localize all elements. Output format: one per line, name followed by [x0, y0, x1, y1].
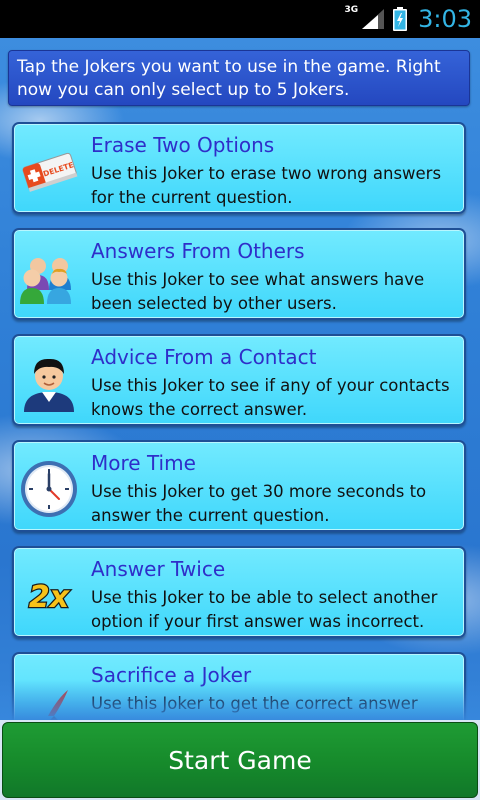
start-game-button[interactable]: Start Game — [2, 722, 478, 798]
contact-person-icon — [18, 352, 80, 414]
network-type-label: 3G — [344, 5, 359, 15]
clock-icon — [18, 458, 80, 520]
double-answer-icon: 2x — [18, 564, 80, 626]
status-icons: 3G 3:03 — [344, 0, 472, 38]
screen: 3G 3:03 Tap the Jokers you want to use i… — [0, 0, 480, 800]
joker-title: Answer Twice — [91, 557, 226, 581]
battery-charging-icon — [392, 6, 408, 32]
joker-card-erase-two-options[interactable]: DELETE Erase Two Options Use this Joker … — [12, 122, 466, 214]
joker-description: Use this Joker to see what answers have … — [91, 270, 425, 313]
joker-description: Use this Joker to erase two wrong answer… — [91, 164, 442, 207]
joker-description: Use this Joker to get 30 more seconds to… — [91, 482, 427, 525]
joker-description: Use this Joker to see if any of your con… — [91, 376, 450, 419]
users-group-icon — [18, 246, 80, 308]
status-time: 3:03 — [418, 5, 472, 33]
bottom-bar: Start Game — [0, 720, 480, 800]
joker-card-answer-twice[interactable]: 2x Answer Twice Use this Joker to be abl… — [12, 546, 466, 638]
joker-description: Use this Joker to be able to select anot… — [91, 588, 438, 631]
status-bar: 3G 3:03 — [0, 0, 480, 38]
sacrifice-icon — [18, 670, 80, 720]
joker-title: Erase Two Options — [91, 133, 275, 157]
instruction-banner: Tap the Jokers you want to use in the ga… — [8, 50, 470, 106]
joker-card-more-time[interactable]: More Time Use this Joker to get 30 more … — [12, 440, 466, 532]
joker-card-sacrifice-a-joker[interactable]: Sacrifice a Joker Use this Joker to get … — [12, 652, 466, 720]
signal-icon — [360, 7, 386, 31]
joker-title: More Time — [91, 451, 196, 475]
joker-title: Sacrifice a Joker — [91, 663, 252, 687]
svg-text:2x: 2x — [29, 580, 71, 615]
joker-list[interactable]: DELETE Erase Two Options Use this Joker … — [0, 122, 480, 720]
joker-title: Advice From a Contact — [91, 345, 317, 369]
joker-card-advice-from-a-contact[interactable]: Advice From a Contact Use this Joker to … — [12, 334, 466, 426]
joker-title: Answers From Others — [91, 239, 305, 263]
eraser-icon: DELETE — [18, 140, 80, 202]
joker-description: Use this Joker to get the correct answer — [91, 694, 418, 713]
joker-card-answers-from-others[interactable]: Answers From Others Use this Joker to se… — [12, 228, 466, 320]
